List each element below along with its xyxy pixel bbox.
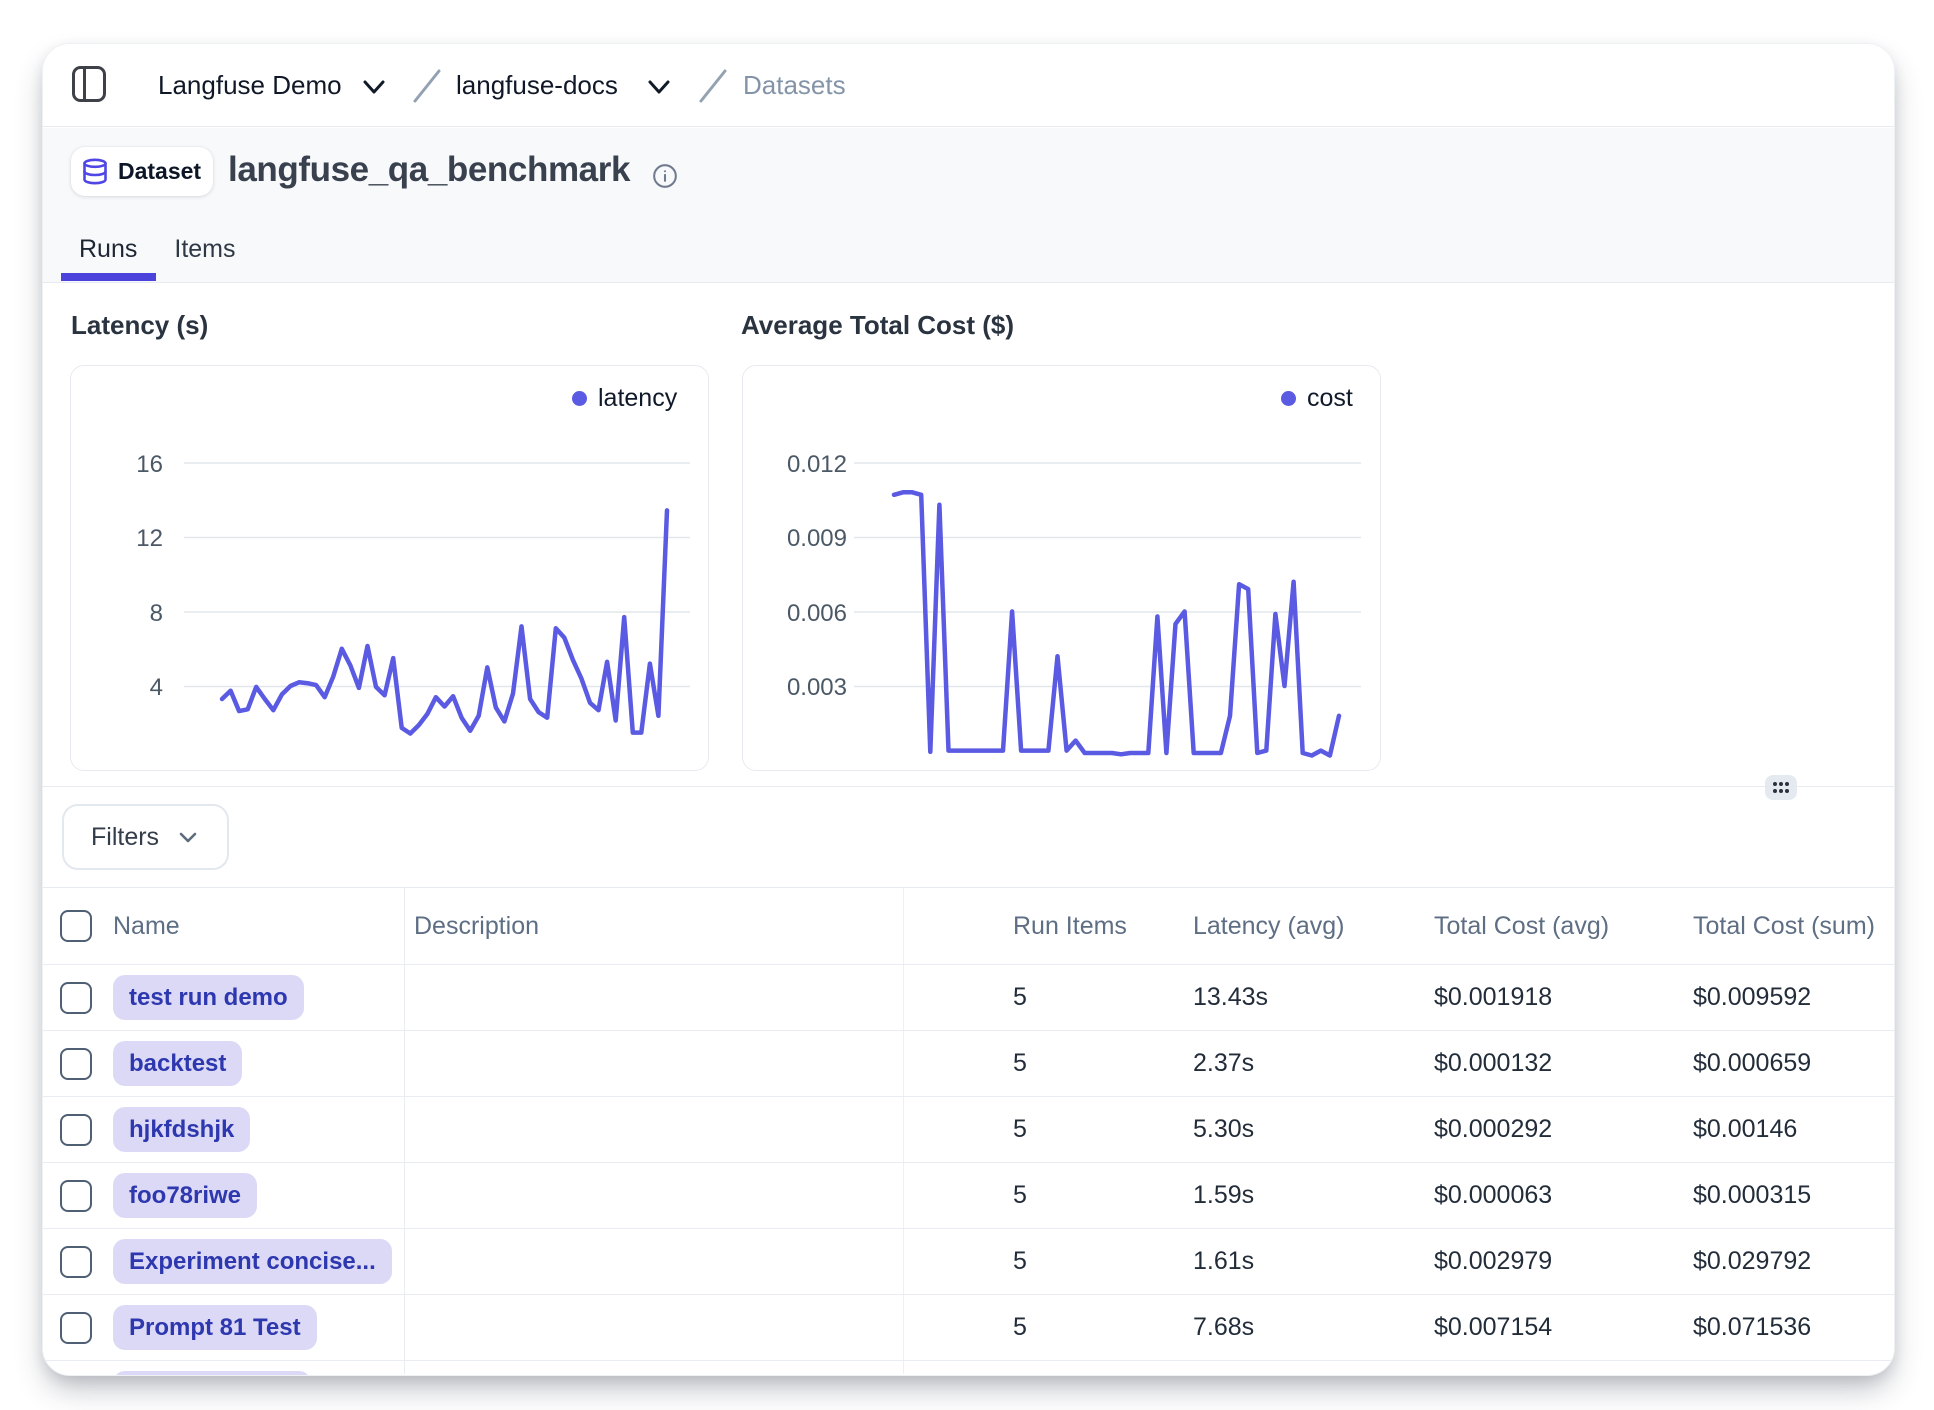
svg-text:16: 16 xyxy=(136,451,163,478)
svg-text:0.012: 0.012 xyxy=(787,451,847,478)
svg-text:0.009: 0.009 xyxy=(787,525,847,552)
svg-text:8: 8 xyxy=(150,600,163,627)
svg-text:0.003: 0.003 xyxy=(787,674,847,701)
svg-text:12: 12 xyxy=(136,525,163,552)
svg-text:4: 4 xyxy=(150,674,163,701)
svg-text:0.006: 0.006 xyxy=(787,600,847,627)
